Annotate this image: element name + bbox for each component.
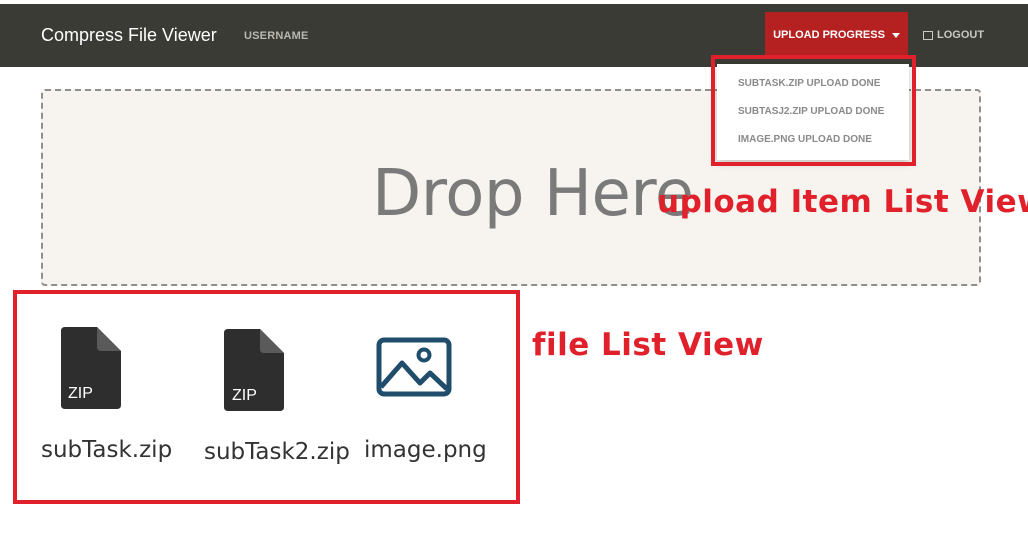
logout-label: LOGOUT [937, 29, 985, 41]
upload-progress-button[interactable]: UPLOAD PROGRESS [765, 12, 908, 58]
upload-list-highlight-box [711, 55, 916, 166]
logout-button[interactable]: LOGOUT [923, 29, 984, 41]
app-page: Compress File Viewer USERNAME UPLOAD PRO… [0, 0, 1028, 560]
file-name: image.png [364, 437, 487, 463]
image-file-icon [376, 337, 452, 397]
app-title[interactable]: Compress File Viewer [41, 25, 217, 46]
caret-down-icon [891, 32, 900, 38]
zip-file-icon: ZIP [61, 327, 121, 409]
drop-zone-text: Drop Here [372, 157, 694, 231]
zip-badge: ZIP [68, 385, 93, 402]
upload-progress-label: UPLOAD PROGRESS [773, 29, 885, 41]
zip-file-icon: ZIP [224, 329, 284, 411]
zip-badge: ZIP [232, 387, 257, 404]
file-name: subTask.zip [41, 437, 173, 463]
file-name: subTask2.zip [204, 439, 350, 465]
upload-list-annotation: upload Item List View [657, 184, 1028, 220]
username-label[interactable]: USERNAME [244, 30, 309, 42]
file-list-annotation: file List View [532, 327, 764, 363]
logout-icon [923, 30, 933, 40]
